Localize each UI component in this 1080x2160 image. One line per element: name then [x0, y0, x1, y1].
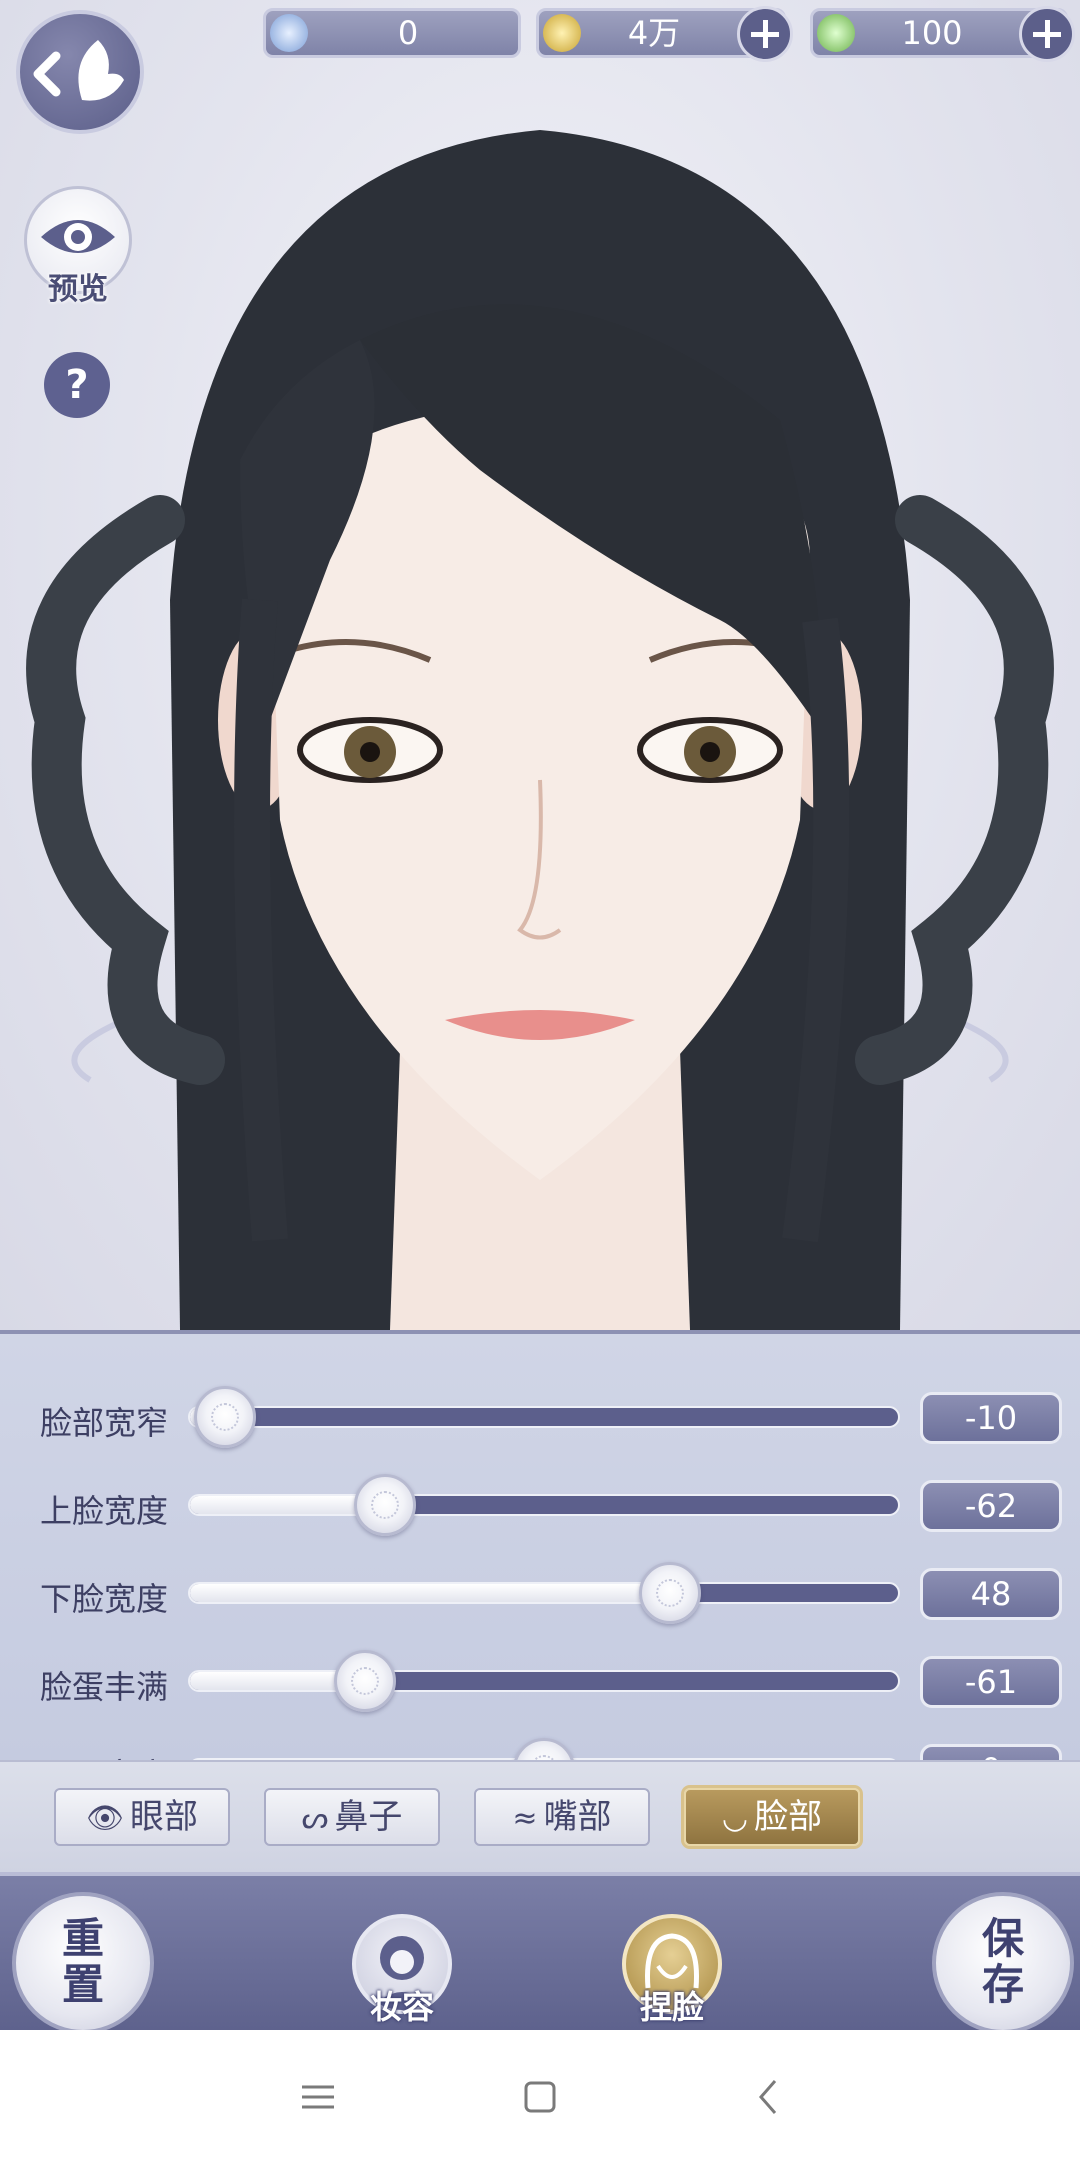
nose-icon: ᔕ — [301, 1801, 329, 1836]
back-icon[interactable] — [708, 2030, 828, 2160]
home-icon[interactable] — [480, 2030, 600, 2160]
tab-nose[interactable]: ᔕ 鼻子 — [264, 1788, 440, 1846]
jade-icon — [817, 14, 855, 52]
silver-value: 0 — [397, 14, 419, 52]
back-button[interactable] — [16, 10, 144, 134]
gold-value: 4万 — [627, 14, 681, 52]
eye-icon — [41, 220, 115, 253]
slider-value[interactable]: 0 — [920, 1744, 1062, 1760]
slider-knob[interactable] — [333, 1650, 396, 1712]
slider-label: 上脸宽度 — [40, 1492, 169, 1530]
menu-icon[interactable] — [258, 2030, 378, 2160]
gold-coin-icon — [543, 14, 581, 52]
slider-knob[interactable] — [513, 1738, 575, 1760]
system-navigation-bar — [0, 2030, 1080, 2160]
slider-row: 下脸宽度 48 — [0, 1562, 1080, 1624]
slider-fill — [190, 1584, 679, 1602]
slider-track[interactable] — [188, 1406, 900, 1428]
slider-knob[interactable] — [194, 1386, 257, 1448]
gold-currency: 4万 — [536, 6, 793, 62]
slider-fill — [190, 1496, 375, 1514]
add-gold-button[interactable] — [737, 6, 793, 62]
save-label: 保存 — [981, 1914, 1024, 2009]
slider-track[interactable] — [188, 1582, 900, 1604]
reset-label: 重置 — [61, 1914, 104, 2009]
silver-coin-icon — [270, 14, 308, 52]
feature-tabs: 👁 眼部 ᔕ 鼻子 ≈ 嘴部 ◡ 脸部 — [0, 1760, 1080, 1872]
slider-value[interactable]: -62 — [920, 1480, 1062, 1532]
slider-value[interactable]: -61 — [920, 1656, 1062, 1708]
tab-eyes[interactable]: 👁 眼部 — [54, 1788, 230, 1846]
save-button[interactable]: 保存 — [932, 1892, 1074, 2034]
mouth-icon: ≈ — [512, 1801, 538, 1836]
eye-icon: 👁 — [85, 1801, 125, 1836]
face-icon: ◡ — [721, 1801, 749, 1836]
add-jade-button[interactable] — [1019, 6, 1075, 62]
slider-label: 脸蛋丰满 — [40, 1668, 169, 1706]
face-slider-panel: 脸部宽窄 -10 上脸宽度 -62 下脸宽度 48 脸蛋丰满 -61 下巴宽度 … — [0, 1330, 1080, 1760]
slider-label: 下脸宽度 — [40, 1580, 169, 1618]
preview-label: 预览 — [48, 272, 108, 307]
tab-label: 鼻子 — [334, 1797, 403, 1837]
jade-currency: 100 — [810, 6, 1075, 62]
tab-mouth[interactable]: ≈ 嘴部 — [474, 1788, 650, 1846]
slider-label: 下巴宽度 — [40, 1750, 168, 1760]
slider-row: 脸部宽窄 -10 — [0, 1386, 1080, 1448]
bottom-action-bar: 重置 妆容 捏脸 保存 — [0, 1872, 1080, 2034]
silver-currency: 0 — [263, 8, 521, 58]
tab-label: 嘴部 — [543, 1797, 612, 1837]
slider-row: 脸蛋丰满 -61 — [0, 1650, 1080, 1712]
slider-label: 脸部宽窄 — [40, 1404, 169, 1442]
slider-knob[interactable] — [639, 1562, 702, 1624]
back-butterfly-icon — [33, 40, 124, 101]
slider-value[interactable]: 48 — [920, 1568, 1062, 1620]
jade-value: 100 — [901, 14, 963, 52]
slider-knob[interactable] — [353, 1474, 416, 1536]
slider-value[interactable]: -10 — [920, 1392, 1062, 1444]
slider-track[interactable] — [188, 1670, 900, 1692]
tab-label: 脸部 — [754, 1797, 823, 1837]
slider-row: 上脸宽度 -62 — [0, 1474, 1080, 1536]
reset-button[interactable]: 重置 — [12, 1892, 154, 2034]
face-shape-label: 捏脸 — [639, 1988, 704, 2026]
slider-track[interactable] — [188, 1494, 900, 1516]
makeup-label: 妆容 — [369, 1988, 434, 2026]
character-model — [26, 130, 1054, 1330]
character-viewport[interactable]: 0 4万 100 预览 ? — [0, 0, 1080, 1330]
slider-row: 下巴宽度 0 — [0, 1738, 1080, 1760]
help-button[interactable]: ? — [44, 352, 110, 418]
tab-face[interactable]: ◡ 脸部 — [684, 1788, 860, 1846]
tab-label: 眼部 — [130, 1797, 199, 1837]
slider-fill — [190, 1672, 353, 1690]
